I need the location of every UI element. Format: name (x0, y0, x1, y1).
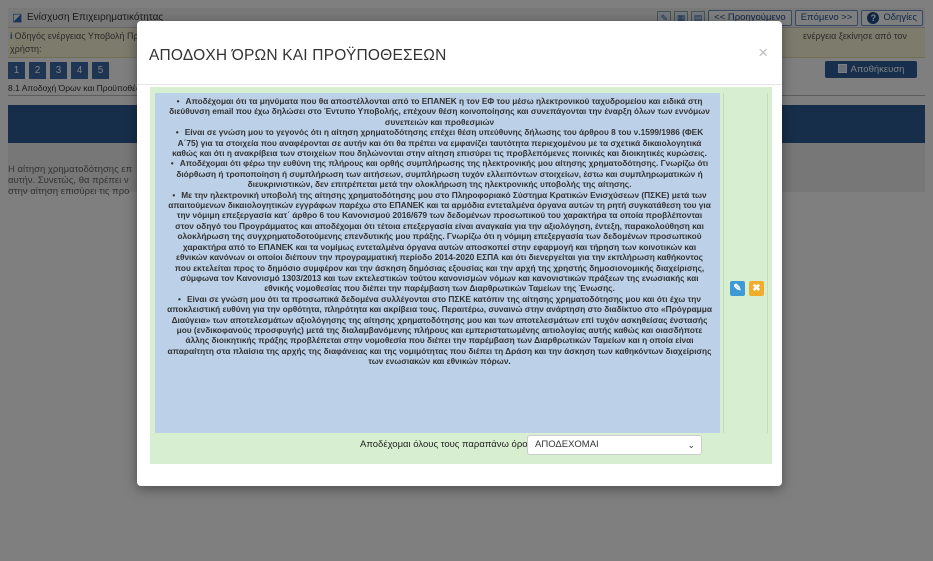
modal-body: • Αποδέχομαι ότι τα μηνύματα που θα αποστ… (150, 87, 772, 464)
accept-select-value: ΑΠΟΔΕΧΟΜΑΙ (535, 439, 599, 450)
accept-label: Αποδέχομαι όλους τους παραπάνω όρους (360, 439, 538, 450)
delete-icon[interactable]: ✖ (749, 281, 764, 296)
accept-select[interactable]: ΑΠΟΔΕΧΟΜΑΙ ⌄ (527, 435, 702, 455)
accept-row: Αποδέχομαι όλους τους παραπάνω όρους ΑΠΟ… (155, 433, 767, 459)
terms-list: • Αποδέχομαι ότι τα μηνύματα που θα αποστ… (167, 96, 712, 367)
close-icon[interactable]: × (758, 43, 768, 63)
modal-title: ΑΠΟΔΟΧΗ ΌΡΩΝ ΚΑΙ ΠΡΟΫΠΟΘΕΣΕΩΝ (149, 47, 447, 64)
term-item: • Είναι σε γνώση μου ότι τα προσωπικά δεδ… (167, 293, 712, 367)
terms-modal: ΑΠΟΔΟΧΗ ΌΡΩΝ ΚΑΙ ΠΡΟΫΠΟΘΕΣΕΩΝ × • Αποδέχο… (137, 21, 782, 486)
term-item: • Είναι σε γνώση μου το γεγονός ότι η αίτ… (172, 127, 707, 159)
row-actions: ✎ ✖ (723, 93, 768, 433)
terms-text-box: • Αποδέχομαι ότι τα μηνύματα που θα αποστ… (155, 93, 720, 433)
chevron-down-icon: ⌄ (687, 440, 695, 450)
modal-header: ΑΠΟΔΟΧΗ ΌΡΩΝ ΚΑΙ ΠΡΟΫΠΟΘΕΣΕΩΝ × (137, 21, 782, 85)
edit-icon[interactable]: ✎ (730, 281, 745, 296)
term-item: • Με την ηλεκτρονική υποβολή της αίτησης … (168, 189, 711, 294)
term-item: • Αποδέχομαι ότι φέρω την ευθύνη της πλήρ… (170, 158, 709, 190)
term-item: • Αποδέχομαι ότι τα μηνύματα που θα αποστ… (169, 96, 710, 127)
